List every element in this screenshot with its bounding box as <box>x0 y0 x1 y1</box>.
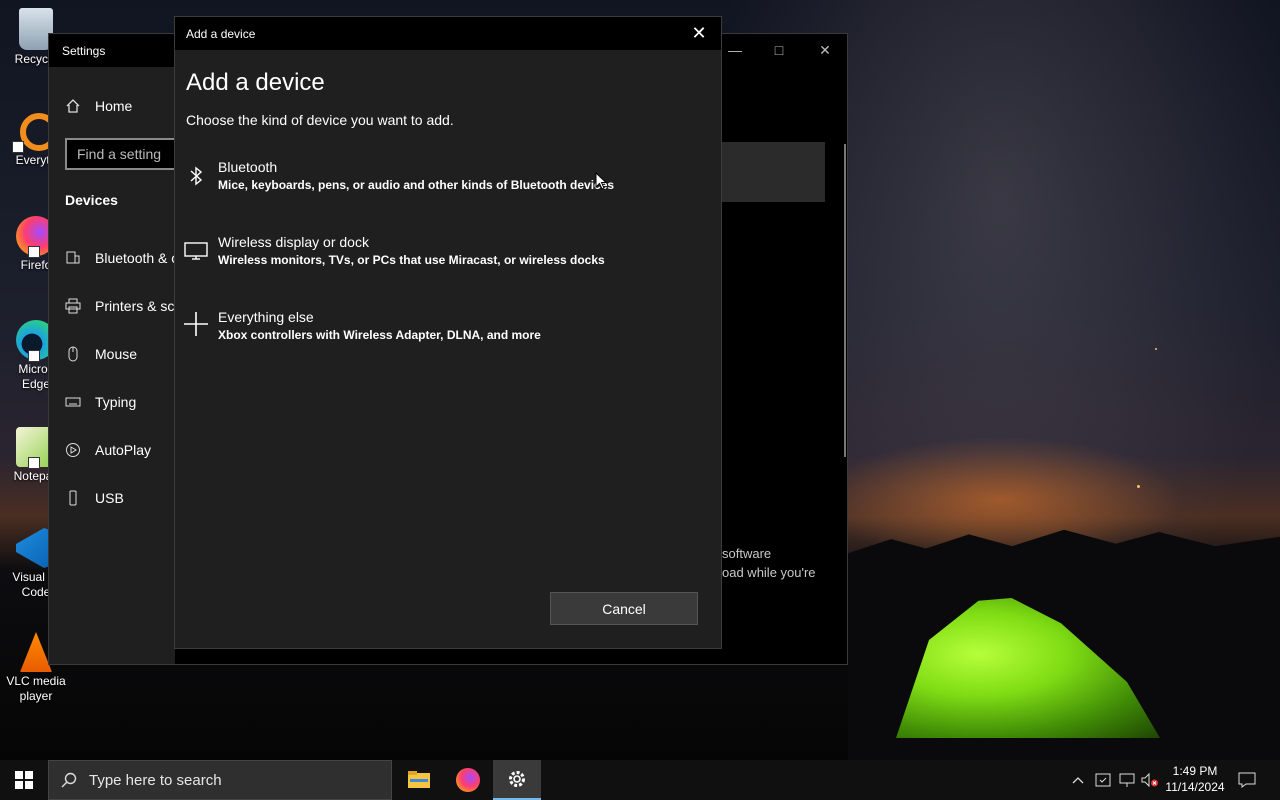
search-icon <box>49 772 89 788</box>
scrollbar[interactable] <box>844 144 846 457</box>
maximize-icon[interactable]: □ <box>769 40 789 60</box>
start-button[interactable] <box>0 760 48 800</box>
search-placeholder: Type here to search <box>89 771 222 789</box>
mouse-cursor-icon <box>595 172 607 190</box>
section-heading: Devices <box>65 192 118 208</box>
taskbar: Type here to search 1:49 PM 11/14/2024 <box>0 760 1280 800</box>
sidebar-item-label: Typing <box>95 394 137 410</box>
file-explorer-icon <box>408 771 430 788</box>
sidebar-item-label: USB <box>95 490 124 506</box>
home-icon <box>65 98 81 114</box>
star <box>1137 485 1140 488</box>
sidebar-item-home[interactable]: Home <box>65 94 132 118</box>
sidebar-item-usb[interactable]: USB <box>65 486 124 510</box>
option-wireless-display[interactable]: Wireless display or dock Wireless monito… <box>175 234 721 294</box>
content-panel <box>722 142 825 202</box>
option-bluetooth[interactable]: Bluetooth Mice, keyboards, pens, or audi… <box>175 159 721 219</box>
settings-window-title: Settings <box>62 44 106 58</box>
cancel-button[interactable]: Cancel <box>550 592 698 625</box>
sidebar-item-typing[interactable]: Typing <box>65 390 136 414</box>
dialog-titlebar: Add a device ✕ <box>175 17 721 50</box>
windows-logo-icon <box>15 771 33 789</box>
option-everything-else[interactable]: Everything else Xbox controllers with Wi… <box>175 309 721 369</box>
taskbar-settings[interactable] <box>493 760 541 800</box>
settings-gear-icon <box>509 771 525 787</box>
sidebar-item-label: Mouse <box>95 346 138 362</box>
clock-date: 11/14/2024 <box>1165 780 1225 794</box>
dialog-subtitle: Choose the kind of device you want to ad… <box>186 112 454 128</box>
close-icon[interactable]: ✕ <box>687 23 711 45</box>
taskbar-file-explorer[interactable] <box>395 760 443 800</box>
mouse-icon <box>65 346 81 362</box>
option-description: Wireless monitors, TVs, or PCs that use … <box>218 253 605 267</box>
option-title: Bluetooth <box>218 159 278 175</box>
bluetooth-devices-icon <box>65 250 81 266</box>
volume-muted-icon[interactable] <box>1140 770 1160 790</box>
security-icon[interactable] <box>1093 770 1113 790</box>
firefox-icon <box>456 768 480 792</box>
sidebar-item-printers[interactable]: Printers & sca <box>65 294 182 318</box>
option-title: Everything else <box>218 309 314 325</box>
sidebar-item-mouse[interactable]: Mouse <box>65 342 137 366</box>
dialog-window-title: Add a device <box>186 27 256 41</box>
network-icon[interactable] <box>1117 770 1137 790</box>
taskbar-clock[interactable]: 1:49 PM 11/14/2024 <box>1160 763 1230 795</box>
taskbar-firefox[interactable] <box>444 760 492 800</box>
add-device-dialog: Add a device ✕ Add a device Choose the k… <box>174 16 722 649</box>
background-text: software <box>722 546 772 561</box>
background-text: oad while you're <box>722 565 816 580</box>
sidebar-item-autoplay[interactable]: AutoPlay <box>65 438 151 462</box>
find-setting-input[interactable]: Find a setting <box>65 138 191 170</box>
option-description: Xbox controllers with Wireless Adapter, … <box>218 328 541 342</box>
bluetooth-icon <box>183 163 209 189</box>
printer-icon <box>65 298 81 314</box>
option-title: Wireless display or dock <box>218 234 369 250</box>
desktop-icon-label: VLC media player <box>6 674 66 703</box>
dialog-heading: Add a device <box>186 69 325 96</box>
taskbar-search-input[interactable]: Type here to search <box>48 760 392 800</box>
clock-time: 1:49 PM <box>1172 764 1218 778</box>
minimize-icon[interactable]: — <box>725 40 745 60</box>
sidebar-item-label: Printers & sca <box>95 298 183 314</box>
option-description: Mice, keyboards, pens, or audio and othe… <box>218 178 615 192</box>
star <box>1155 348 1157 350</box>
plus-icon <box>183 311 209 337</box>
autoplay-icon <box>65 442 81 458</box>
usb-icon <box>65 490 81 506</box>
keyboard-icon <box>65 394 81 410</box>
sidebar-item-label: Bluetooth & o <box>95 250 180 266</box>
sidebar-item-label: AutoPlay <box>95 442 152 458</box>
sidebar-item-label: Home <box>95 98 133 114</box>
notification-center-icon[interactable] <box>1237 770 1257 790</box>
monitor-icon <box>183 238 209 264</box>
chevron-up-icon[interactable] <box>1068 770 1088 790</box>
sidebar-item-bluetooth[interactable]: Bluetooth & o <box>65 246 179 270</box>
close-icon[interactable]: ✕ <box>815 40 835 60</box>
